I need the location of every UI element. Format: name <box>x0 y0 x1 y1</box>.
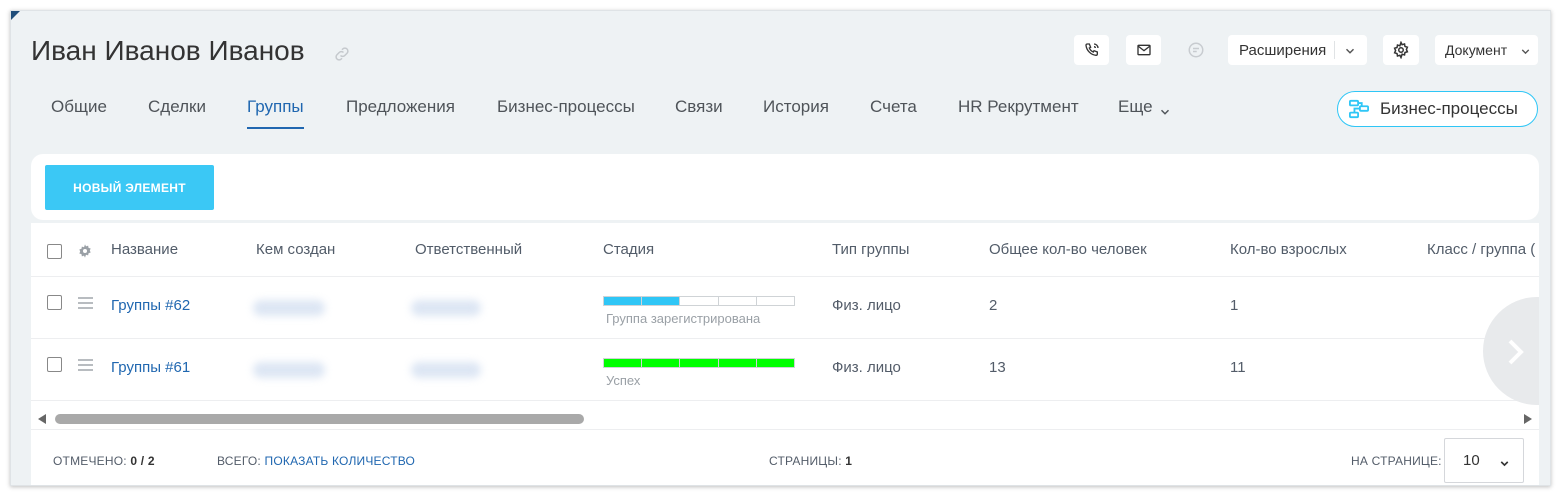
stage-label: Группа зарегистрирована <box>606 311 761 326</box>
marked-label: ОТМЕЧЕНО: <box>53 454 127 468</box>
per-page-value: 10 <box>1463 452 1480 469</box>
tab-invoices[interactable]: Счета <box>870 97 917 117</box>
column-name[interactable]: Название <box>111 241 178 258</box>
group-type: Физ. лицо <box>832 359 901 376</box>
document-label: Документ <box>1445 42 1508 58</box>
gear-icon[interactable] <box>77 243 93 259</box>
call-button[interactable] <box>1074 35 1109 65</box>
stage-segment[interactable] <box>680 359 719 367</box>
document-button[interactable]: Документ <box>1435 35 1538 65</box>
link-icon[interactable] <box>333 45 351 63</box>
table-header: Название Кем создан Ответственный Стадия… <box>31 223 1539 277</box>
stage-segment[interactable] <box>719 297 757 305</box>
marked-value: 0 / 2 <box>130 454 155 468</box>
page-title: Иван Иванов Иванов <box>31 35 305 66</box>
table-row[interactable]: Группы #61 Успех Физ. лицо 13 11 <box>31 339 1539 401</box>
row-title-link[interactable]: Группы #61 <box>111 359 190 376</box>
column-responsible[interactable]: Ответственный <box>415 241 522 258</box>
total-people: 13 <box>989 359 1006 376</box>
stage-segment[interactable] <box>718 359 757 367</box>
column-total-people[interactable]: Общее кол-во человек <box>989 241 1147 258</box>
crm-window: Иван Иванов Иванов Расширения Документ О… <box>10 10 1551 486</box>
stage-progress[interactable] <box>603 358 795 368</box>
email-button[interactable] <box>1126 35 1161 65</box>
horizontal-scrollbar[interactable] <box>31 411 1539 425</box>
phone-icon <box>1084 43 1099 57</box>
stage-segment[interactable] <box>756 359 795 367</box>
stage-segment[interactable] <box>757 297 794 305</box>
blurred-creator <box>253 300 325 316</box>
total-people: 2 <box>989 297 998 314</box>
chevron-right-icon <box>1508 339 1524 365</box>
pages-counter: СТРАНИЦЫ: 1 <box>769 454 852 468</box>
scroll-left-arrow-icon[interactable] <box>38 414 46 424</box>
tab-relations[interactable]: Связи <box>675 97 723 117</box>
drag-handle-icon[interactable] <box>78 297 93 312</box>
row-checkbox[interactable] <box>47 357 62 372</box>
drag-handle-icon[interactable] <box>78 359 93 374</box>
chat-icon <box>1188 42 1203 58</box>
column-class-group[interactable]: Класс / группа ( <box>1427 241 1535 258</box>
business-processes-label: Бизнес-процессы <box>1380 99 1518 118</box>
adults-count: 11 <box>1230 359 1246 376</box>
scrollbar-thumb[interactable] <box>55 414 584 424</box>
tab-groups[interactable]: Группы <box>247 97 304 129</box>
column-group-type[interactable]: Тип группы <box>832 241 909 258</box>
group-type: Физ. лицо <box>832 297 901 314</box>
business-process-icon <box>1349 99 1369 119</box>
gear-icon <box>1393 41 1409 59</box>
chevron-down-icon <box>1500 461 1509 467</box>
mail-icon <box>1136 44 1151 56</box>
stage-segment[interactable] <box>642 297 681 305</box>
business-processes-button[interactable]: Бизнес-процессы <box>1337 91 1538 127</box>
stage-segment[interactable] <box>604 297 643 305</box>
tab-more[interactable]: Еще <box>1118 97 1153 117</box>
total-counter: ВСЕГО: ПОКАЗАТЬ КОЛИЧЕСТВО <box>217 454 415 468</box>
stage-segment[interactable] <box>680 297 719 305</box>
chat-button[interactable] <box>1178 35 1213 65</box>
corner-marker <box>11 11 20 20</box>
stage-segment[interactable] <box>604 359 643 367</box>
row-title-link[interactable]: Группы #62 <box>111 297 190 314</box>
tab-hr-recruitment[interactable]: HR Рекрутмент <box>958 97 1079 117</box>
blurred-responsible <box>411 300 481 316</box>
adults-count: 1 <box>1230 297 1239 314</box>
tab-business-processes[interactable]: Бизнес-процессы <box>497 97 635 117</box>
pages-label: СТРАНИЦЫ: <box>769 454 842 468</box>
extensions-label: Расширения <box>1239 41 1327 59</box>
stage-progress[interactable] <box>603 296 795 306</box>
settings-button[interactable] <box>1383 35 1419 65</box>
column-adults[interactable]: Кол-во взрослых <box>1230 241 1347 258</box>
column-created-by[interactable]: Кем создан <box>256 241 335 258</box>
tab-quotes[interactable]: Предложения <box>346 97 455 117</box>
tab-general[interactable]: Общие <box>51 97 107 117</box>
chevron-down-icon <box>1521 49 1530 55</box>
grid-footer: ОТМЕЧЕНО: 0 / 2 ВСЕГО: ПОКАЗАТЬ КОЛИЧЕСТ… <box>31 429 1539 485</box>
data-grid: Название Кем создан Ответственный Стадия… <box>31 223 1539 485</box>
pages-value[interactable]: 1 <box>845 454 852 468</box>
tab-history[interactable]: История <box>763 97 829 117</box>
tab-deals[interactable]: Сделки <box>148 97 206 117</box>
table-row[interactable]: Группы #62 Группа зарегистрирована Физ. … <box>31 277 1539 339</box>
blurred-creator <box>253 362 325 378</box>
chevron-down-icon[interactable] <box>1158 105 1172 119</box>
row-checkbox[interactable] <box>47 295 62 310</box>
new-element-button[interactable]: НОВЫЙ ЭЛЕМЕНТ <box>45 165 214 210</box>
column-stage[interactable]: Стадия <box>603 241 654 258</box>
marked-counter: ОТМЕЧЕНО: 0 / 2 <box>53 454 155 468</box>
stage-label: Успех <box>606 373 641 388</box>
select-all-checkbox[interactable] <box>47 244 62 259</box>
total-label: ВСЕГО: <box>217 454 261 468</box>
scroll-right-arrow-icon[interactable] <box>1524 414 1532 424</box>
chevron-down-icon[interactable] <box>1343 44 1357 58</box>
show-count-link[interactable]: ПОКАЗАТЬ КОЛИЧЕСТВО <box>265 454 416 468</box>
divider <box>1334 41 1335 59</box>
grid-toolbar: НОВЫЙ ЭЛЕМЕНТ <box>31 154 1539 220</box>
per-page-select[interactable]: 10 <box>1444 438 1524 483</box>
extensions-button[interactable]: Расширения <box>1228 35 1367 65</box>
blurred-responsible <box>411 362 481 378</box>
per-page-label: НА СТРАНИЦЕ: <box>1351 454 1442 468</box>
stage-segment[interactable] <box>642 359 681 367</box>
